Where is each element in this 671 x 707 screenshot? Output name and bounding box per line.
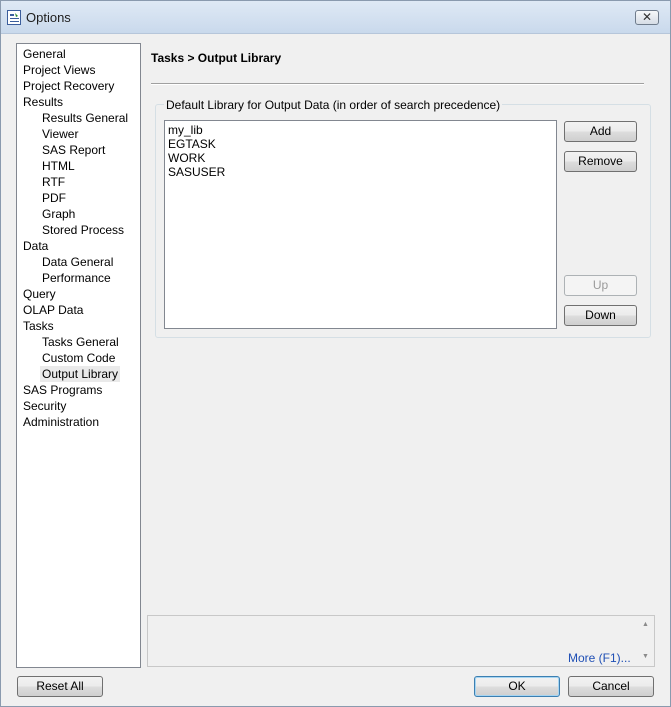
header-divider bbox=[151, 83, 644, 85]
nav-viewer[interactable]: Viewer bbox=[42, 126, 78, 142]
nav-tasks[interactable]: Tasks bbox=[23, 318, 54, 334]
nav-rtf[interactable]: RTF bbox=[42, 174, 65, 190]
nav-data[interactable]: Data bbox=[23, 238, 48, 254]
nav-output-library[interactable]: Output Library bbox=[40, 366, 121, 382]
nav-sas-programs[interactable]: SAS Programs bbox=[23, 382, 102, 398]
nav-html[interactable]: HTML bbox=[42, 158, 75, 174]
nav-results-general[interactable]: Results General bbox=[42, 110, 128, 126]
library-list[interactable]: my_lib EGTASK WORK SASUSER bbox=[164, 120, 557, 329]
more-help-link[interactable]: More (F1)... bbox=[568, 651, 631, 665]
list-item[interactable]: my_lib bbox=[168, 123, 553, 137]
nav-project-views[interactable]: Project Views bbox=[23, 62, 95, 78]
nav-project-recovery[interactable]: Project Recovery bbox=[23, 78, 114, 94]
nav-data-general[interactable]: Data General bbox=[42, 254, 113, 270]
nav-graph[interactable]: Graph bbox=[42, 206, 75, 222]
nav-general[interactable]: General bbox=[23, 46, 66, 62]
nav-custom-code[interactable]: Custom Code bbox=[42, 350, 115, 366]
cancel-button[interactable]: Cancel bbox=[568, 676, 654, 697]
nav-stored-process[interactable]: Stored Process bbox=[42, 222, 124, 238]
options-dialog: Options ✕ General Project Views Project Re… bbox=[0, 0, 671, 707]
nav-olap-data[interactable]: OLAP Data bbox=[23, 302, 83, 318]
options-nav-tree[interactable]: General Project Views Project Recovery Resu… bbox=[16, 43, 141, 668]
down-button[interactable]: Down bbox=[564, 305, 637, 326]
close-button[interactable]: ✕ bbox=[635, 10, 659, 25]
page-title: Tasks > Output Library bbox=[151, 51, 282, 65]
scroll-down-icon[interactable]: ▼ bbox=[642, 653, 649, 660]
nav-query[interactable]: Query bbox=[23, 286, 56, 302]
help-panel: ▲ ▼ More (F1)... bbox=[147, 615, 655, 667]
scroll-up-icon[interactable]: ▲ bbox=[642, 621, 649, 628]
up-button[interactable]: Up bbox=[564, 275, 637, 296]
nav-sas-report[interactable]: SAS Report bbox=[42, 142, 105, 158]
remove-button[interactable]: Remove bbox=[564, 151, 637, 172]
close-icon: ✕ bbox=[641, 10, 653, 24]
nav-tasks-general[interactable]: Tasks General bbox=[42, 334, 119, 350]
list-item[interactable]: EGTASK bbox=[168, 137, 553, 151]
nav-performance[interactable]: Performance bbox=[42, 270, 111, 286]
nav-results[interactable]: Results bbox=[23, 94, 63, 110]
list-item[interactable]: WORK bbox=[168, 151, 553, 165]
window-title: Options bbox=[26, 10, 71, 25]
add-button[interactable]: Add bbox=[564, 121, 637, 142]
nav-security[interactable]: Security bbox=[23, 398, 66, 414]
options-app-icon bbox=[7, 10, 21, 25]
list-item[interactable]: SASUSER bbox=[168, 165, 553, 179]
nav-pdf[interactable]: PDF bbox=[42, 190, 66, 206]
help-scrollbar[interactable]: ▲ ▼ bbox=[638, 616, 654, 666]
title-bar[interactable]: Options ✕ bbox=[1, 1, 670, 34]
nav-administration[interactable]: Administration bbox=[23, 414, 99, 430]
group-label: Default Library for Output Data (in orde… bbox=[164, 98, 503, 112]
ok-button[interactable]: OK bbox=[474, 676, 560, 697]
reset-all-button[interactable]: Reset All bbox=[17, 676, 103, 697]
